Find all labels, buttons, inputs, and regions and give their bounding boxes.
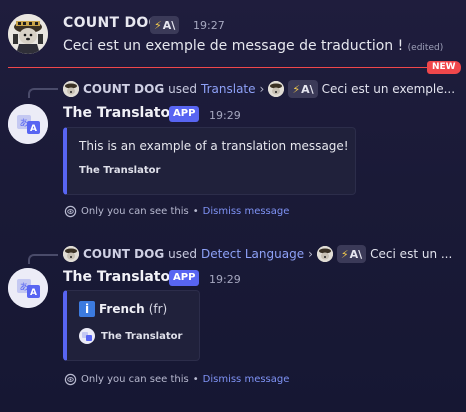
embed-footer: The Translator [79,165,161,176]
bot-name[interactable]: The Translator [63,105,177,121]
separator-dot: • [192,206,199,217]
new-messages-pill: NEW [427,61,461,74]
eye-icon [64,373,77,386]
user-badge: ⚡ A\ [336,245,367,263]
user-badge[interactable]: ⚡ A\ [150,16,180,34]
translator-mini-icon [79,328,95,344]
embed-footer: The Translator [101,330,183,342]
command-name[interactable]: Detect Language [201,247,304,261]
reply-spine [28,88,58,98]
dog-avatar[interactable] [8,14,48,54]
mini-dog-avatar [63,246,79,262]
message-timestamp: 19:29 [209,109,241,122]
translation-embed: This is an example of a translation mess… [63,127,356,195]
message-count-dog: COUNT DOG ⚡ A\ 19:27 Ceci est un exemple… [0,0,466,66]
reply-username[interactable]: COUNT DOG [83,247,164,261]
message-timestamp: 19:29 [209,273,241,286]
badge-text: A\ [301,82,314,96]
ephemeral-text: Only you can see this [81,374,189,385]
info-icon: i [79,301,95,317]
translator-avatar[interactable]: あ A [8,104,48,144]
embed-description: This is an example of a translation mess… [79,139,349,153]
user-badge: ⚡ A\ [288,80,318,98]
reply-preview[interactable]: Ceci est un exemple... [322,82,455,96]
embed-footer-row: The Translator [79,328,182,344]
detected-language: French [99,302,145,316]
lightning-icon: ⚡ [340,247,349,261]
chevron-right-icon: › [259,82,265,96]
dismiss-message-link[interactable]: Dismiss message [203,206,290,217]
message-timestamp: 19:27 [193,19,225,32]
dismiss-message-link[interactable]: Dismiss message [203,374,290,385]
chevron-right-icon: › [308,247,313,261]
badge-text: A\ [349,247,363,261]
command-reply-header-2[interactable]: COUNT DOG used Detect Language › ⚡ A\ Ce… [63,245,452,263]
mini-dog-avatar [316,246,333,262]
used-label: used [168,247,198,261]
reply-username[interactable]: COUNT DOG [83,82,164,96]
badge-text: A\ [162,18,176,32]
lightning-icon: ⚡ [154,18,162,32]
new-messages-divider [8,67,428,68]
app-tag: APP [169,270,200,286]
edited-label: (edited) [407,43,444,53]
language-embed: i French (fr) The Translator [63,290,200,361]
used-label: used [168,82,198,96]
app-tag: APP [169,106,200,122]
separator-dot: • [192,374,199,385]
message-content: Ceci est un exemple de message de traduc… [63,38,443,54]
command-reply-header-1[interactable]: COUNT DOG used Translate › ⚡ A\ Ceci est… [63,80,455,98]
svg-text:A: A [30,124,37,134]
translator-avatar[interactable]: あ A [8,268,48,308]
embed-title: i French (fr) [79,301,167,317]
ephemeral-notice: Only you can see this • Dismiss message [64,373,289,386]
ephemeral-notice: Only you can see this • Dismiss message [64,205,289,218]
bot-name[interactable]: The Translator [63,269,177,285]
reply-spine [28,254,58,264]
reply-preview[interactable]: Ceci est un ... [370,247,452,261]
translate-icon: あ A [8,268,48,308]
command-name[interactable]: Translate [201,82,256,96]
username[interactable]: COUNT DOG [63,15,160,31]
translate-icon: あ A [8,104,48,144]
message-text: Ceci est un exemple de message de traduc… [63,38,404,54]
mini-dog-avatar [268,81,285,97]
ephemeral-text: Only you can see this [81,206,189,217]
svg-text:A: A [30,288,37,298]
lightning-icon: ⚡ [292,82,301,96]
eye-icon [64,205,77,218]
language-code: (fr) [148,302,168,316]
mini-dog-avatar [63,81,79,97]
